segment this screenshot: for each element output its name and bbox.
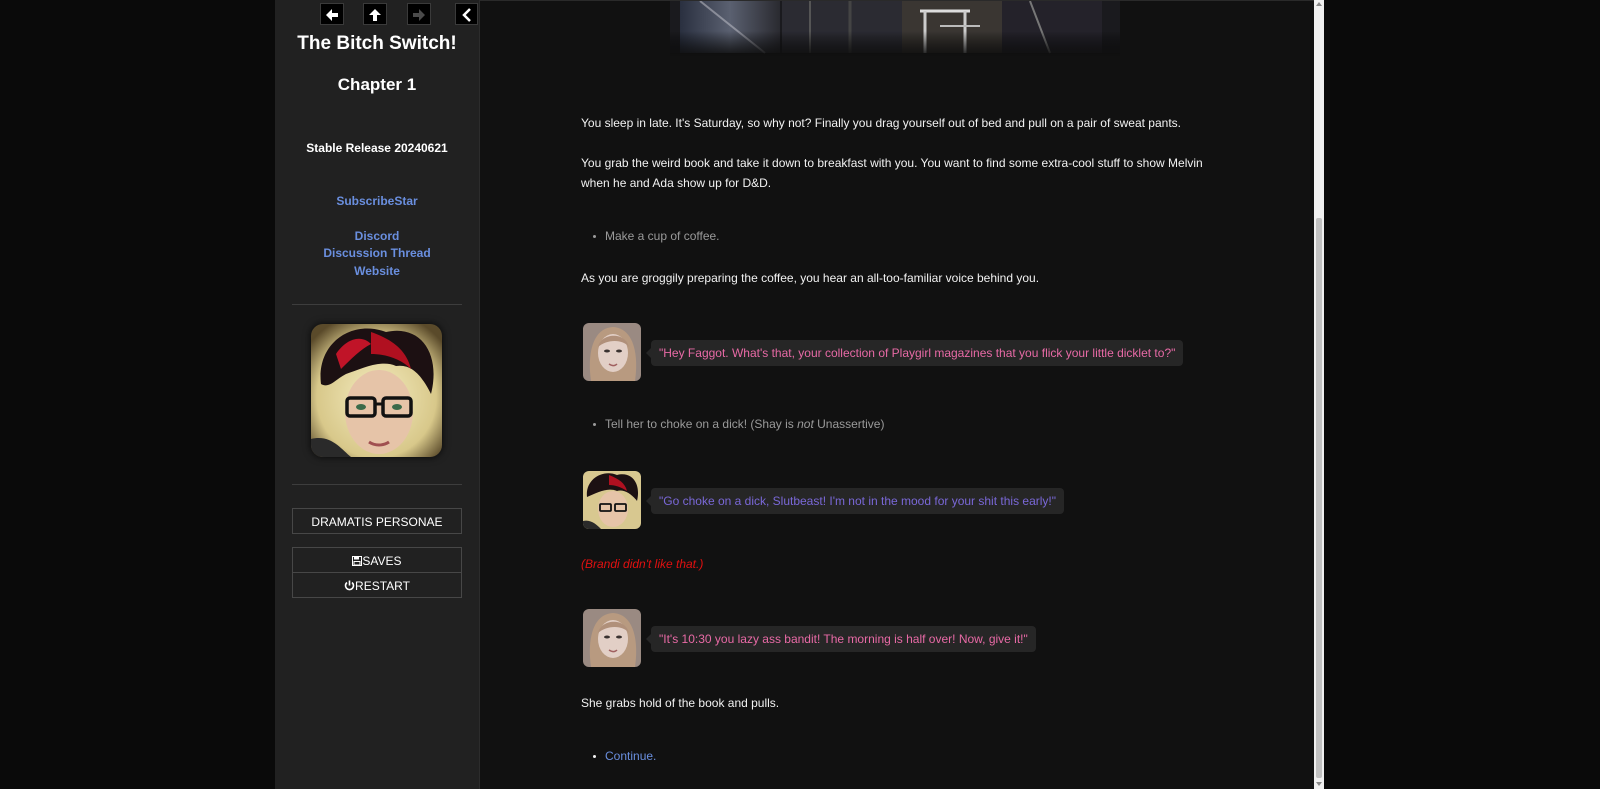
story-paragraph: You sleep in late. It's Saturday, so why…	[581, 116, 1181, 130]
arrow-up-icon	[369, 9, 381, 21]
speech-bubble-brandi: "It's 10:30 you lazy ass bandit! The mor…	[646, 626, 1036, 652]
restart-button[interactable]: RESTART	[292, 572, 462, 598]
choice-list: Continue.	[581, 746, 656, 766]
history-forward-button[interactable]	[407, 3, 431, 25]
scene-banner-image	[670, 1, 1120, 57]
reaction-note: (Brandi didn't like that.)	[581, 557, 704, 571]
history-jump-button[interactable]	[363, 3, 387, 25]
sidebar-divider	[292, 484, 462, 485]
chosen-option: Make a cup of coffee.	[581, 226, 720, 246]
scroll-up-arrow-icon[interactable]	[1316, 2, 1322, 6]
chevron-left-icon	[461, 8, 471, 22]
floppy-disk-icon	[352, 556, 363, 566]
release-label: Stable Release 20240621	[306, 141, 448, 155]
protagonist-portrait	[311, 324, 442, 457]
story-title: The Bitch Switch!	[297, 33, 457, 54]
brandi-portrait	[583, 323, 641, 381]
arrow-right-icon	[413, 9, 425, 21]
scrollbar-thumb[interactable]	[1316, 218, 1322, 778]
choice-list: Make a cup of coffee.	[581, 226, 720, 246]
scroll-down-arrow-icon[interactable]	[1316, 782, 1322, 786]
sidebar-divider	[292, 304, 462, 305]
saves-label: SAVES	[362, 554, 402, 568]
story-paragraph: As you are groggily preparing the coffee…	[581, 271, 1040, 285]
discord-link[interactable]: Discord	[275, 229, 479, 243]
story-sidebar: The Bitch Switch! Chapter 1 Stable Relea…	[275, 0, 480, 789]
chapter-subtitle: Chapter 1	[337, 75, 417, 94]
subscribestar-link[interactable]: SubscribeStar	[275, 194, 479, 208]
power-icon	[344, 580, 355, 591]
story-passage: You sleep in late. It's Saturday, so why…	[480, 0, 1317, 789]
speech-bubble-brandi: "Hey Faggot. What's that, your collectio…	[645, 340, 1184, 366]
story-paragraph: She grabs hold of the book and pulls.	[581, 696, 780, 710]
choice-emphasis: not	[797, 417, 814, 431]
website-link[interactable]: Website	[275, 264, 479, 278]
continue-link[interactable]: Continue.	[581, 746, 656, 766]
saves-button[interactable]: SAVES	[292, 547, 462, 573]
chosen-option: Tell her to choke on a dick! (Shay is no…	[581, 414, 884, 434]
speech-bubble-shay: "Go choke on a dick, Slutbeast! I'm not …	[645, 488, 1065, 514]
brandi-portrait	[583, 609, 641, 667]
choice-text: Tell her to choke on a dick! (Shay is	[605, 417, 798, 431]
dramatis-personae-button[interactable]: DRAMATIS PERSONAE	[292, 508, 462, 534]
arrow-left-icon	[326, 9, 338, 21]
sidebar-stow-button[interactable]	[455, 3, 478, 25]
passage-scrollbar[interactable]	[1314, 0, 1324, 789]
history-back-button[interactable]	[320, 3, 344, 25]
choice-list: Tell her to choke on a dick! (Shay is no…	[581, 414, 884, 434]
restart-label: RESTART	[355, 579, 410, 593]
choice-text: Unassertive)	[813, 417, 885, 431]
story-paragraph: You grab the weird book and take it down…	[581, 156, 1203, 190]
shay-portrait	[583, 471, 641, 529]
discussion-thread-link[interactable]: Discussion Thread	[275, 246, 479, 260]
